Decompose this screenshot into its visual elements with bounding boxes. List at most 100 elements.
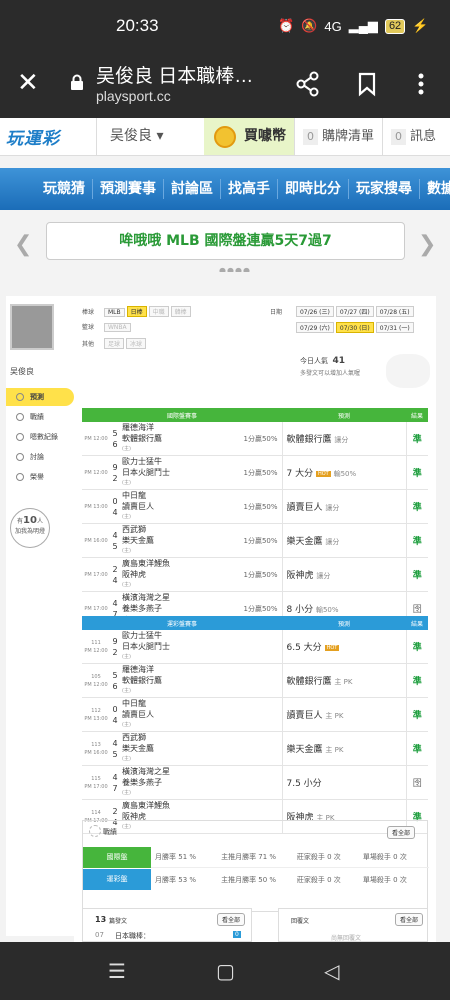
score-cell: 45 (110, 731, 120, 766)
teams-cell[interactable]: 羅德海洋 軟體銀行鷹 (主) (120, 663, 282, 698)
prediction-cell: 樂天金鷹 主 PK (281, 731, 406, 766)
nav-item[interactable]: 即時比分 (278, 179, 349, 199)
predict-icon (16, 393, 24, 401)
home-team: 軟體銀行鷹 (122, 676, 162, 685)
teams-cell[interactable]: 廣島東洋鯉魚 阪神虎 (主) (120, 557, 226, 592)
filter-other: 其他 足球 冰球 (82, 338, 148, 349)
odds-cell: 1分贏50% (226, 455, 282, 490)
promo-banner[interactable]: 哞哦哦 MLB 國際盤連贏5天7過7 (46, 222, 405, 260)
sidebar-item-history[interactable]: 嗯數紀錄 (6, 428, 74, 446)
popularity: 今日人氣 41 多發文可以增加人氣喔 (300, 356, 360, 382)
away-score: 0 (112, 496, 118, 506)
buy-coins-button[interactable]: 買噱幣 (204, 118, 294, 155)
sidebar-item-record[interactable]: 戰績 (6, 408, 74, 426)
cart-link[interactable]: 0 購牌清單 (294, 118, 382, 155)
tag-npb[interactable]: 日棒 (126, 306, 147, 317)
tag-mlb[interactable]: MLB (103, 308, 125, 317)
prediction-note: 輸50% (315, 606, 339, 614)
page-content: 吴俊良 預測 戰績 嗯數紀錄 討論 榮譽 有10人 加我為明燈 棒球 MLB 日棒… (0, 272, 450, 942)
away-score: 2 (112, 564, 118, 574)
away-team: 歐力士猛牛 (122, 631, 162, 640)
tag-kbo[interactable]: 韓棒 (170, 306, 191, 317)
post-title[interactable]: 日本職棒： (115, 931, 150, 941)
home-marker: (主) (122, 790, 131, 796)
away-team: 中日龍 (122, 491, 146, 500)
away-score: 4 (112, 598, 118, 608)
tag-cpbl[interactable]: 中職 (148, 306, 169, 317)
game-time: PM 13:00 (84, 715, 108, 722)
recent-apps-icon[interactable]: ☰ (108, 959, 126, 983)
date-option[interactable]: 07/31 (一) (375, 322, 414, 333)
posts-title: 篇發文 (109, 918, 128, 925)
home-team: 養樂多燕子 (122, 778, 162, 787)
replies-see-all-button[interactable]: 看全部 (395, 913, 424, 926)
nav-item[interactable]: 數據 (420, 179, 450, 199)
prediction-pick: 軟體銀行鷹 (286, 435, 332, 445)
tag-soccer[interactable]: 足球 (103, 338, 124, 349)
messages-link[interactable]: 0 訊息 (382, 118, 450, 155)
url-text[interactable]: playsport.cc (96, 88, 171, 104)
filter-label: 棒球 (82, 309, 95, 316)
teams-cell[interactable]: 歐力士猛牛 日本火腿鬥士 (主) (120, 630, 282, 664)
site-logo[interactable]: 玩運彩 (6, 124, 60, 149)
away-team: 西武獅 (122, 733, 146, 742)
posts-count: 13 (95, 915, 107, 924)
intl-header-result: 結果 (406, 408, 428, 422)
nav-item[interactable]: 玩家搜尋 (349, 179, 420, 199)
nav-item[interactable]: 找高手 (221, 179, 278, 199)
date-option[interactable]: 07/26 (三) (295, 306, 334, 317)
away-score: 4 (112, 530, 118, 540)
away-team: 中日龍 (122, 699, 146, 708)
share-icon[interactable] (294, 70, 322, 98)
sidebar-item-discuss[interactable]: 討論 (6, 448, 74, 466)
more-menu-icon[interactable] (407, 70, 435, 98)
battery-icon: 62 (384, 18, 406, 34)
home-icon[interactable]: ▢ (216, 959, 235, 983)
date-option-selected[interactable]: 07/30 (日) (335, 322, 374, 333)
tag-wnba[interactable]: WNBA (103, 323, 131, 332)
teams-cell[interactable]: 中日龍 讀賣巨人 (主) (120, 489, 226, 524)
home-score: 4 (112, 715, 118, 725)
home-score: 6 (112, 681, 118, 691)
home-score: 6 (112, 439, 118, 449)
prediction-cell: 6.5 大分 HOT (281, 630, 406, 664)
post-date: 07 (95, 931, 104, 939)
teams-cell[interactable]: 橫濱海灣之星養樂多燕子 (主) (120, 765, 282, 800)
nav-item[interactable]: 討論區 (164, 179, 221, 199)
replies-box: 回覆文 看全部 尚無回覆文 (278, 908, 428, 942)
back-icon[interactable]: ◁ (324, 959, 339, 983)
date-option[interactable]: 07/28 (五) (375, 306, 414, 317)
date-option[interactable]: 07/29 (六) (296, 322, 334, 333)
user-menu[interactable]: 吴俊良 ▾ (96, 118, 204, 155)
bookmark-icon[interactable] (353, 70, 381, 98)
teams-cell[interactable]: 中日龍 讀賣巨人 (主) (120, 697, 282, 732)
prediction-note: 輸50% (333, 470, 357, 478)
game-info: 105 PM 12:00 (82, 663, 110, 698)
sidebar-item-predict[interactable]: 預測 (6, 388, 74, 406)
nav-item[interactable]: 預測賽事 (93, 179, 164, 199)
posts-see-all-button[interactable]: 看全部 (217, 913, 246, 926)
home-marker: (主) (122, 722, 131, 728)
chevron-right-icon[interactable]: ❯ (418, 232, 436, 257)
score-cell: 04 (110, 489, 120, 524)
prediction-note: 讓分 (334, 436, 349, 444)
table-row: PM 17:00 2 4 廣島東洋鯉魚 阪神虎 (主) 1分贏50% 阪神虎 讓分準 (82, 557, 428, 592)
fans-badge[interactable]: 有10人 加我為明燈 (10, 508, 50, 548)
date-option[interactable]: 07/27 (四) (335, 306, 374, 317)
home-team: 讀賣巨人 (122, 502, 154, 511)
close-icon[interactable]: ✕ (17, 68, 39, 98)
mute-icon: 🔕 (301, 18, 318, 33)
lottery-odds-table: 運彩盤賽事 預測 結果 111 PM 12:00 9 2 歐力士猛牛 日本火腿鬥士 (主)… (82, 616, 428, 834)
chevron-left-icon[interactable]: ❮ (14, 232, 32, 257)
main-nav: 玩競猜 預測賽事 討論區 找高手 即時比分 玩家搜尋 數據 (0, 168, 450, 210)
prediction-note: 讓分 (325, 538, 340, 546)
stats-see-all-button[interactable]: 看全部 (387, 826, 416, 839)
teams-cell[interactable]: 西武獅 樂天金鷹 (主) (120, 731, 282, 766)
teams-cell[interactable]: 歐力士猛牛 日本火腿鬥士 (主) (120, 455, 226, 490)
teams-cell[interactable]: 羅德海洋 軟體銀行鷹 (主) (120, 422, 226, 456)
tag-hockey[interactable]: 冰球 (125, 338, 146, 349)
sidebar-item-honor[interactable]: 榮譽 (6, 468, 74, 486)
away-team: 廣島東洋鯉魚 (122, 801, 170, 810)
nav-item[interactable]: 玩競猜 (36, 179, 93, 199)
teams-cell[interactable]: 西武獅 樂天金鷹 (主) (120, 523, 226, 558)
